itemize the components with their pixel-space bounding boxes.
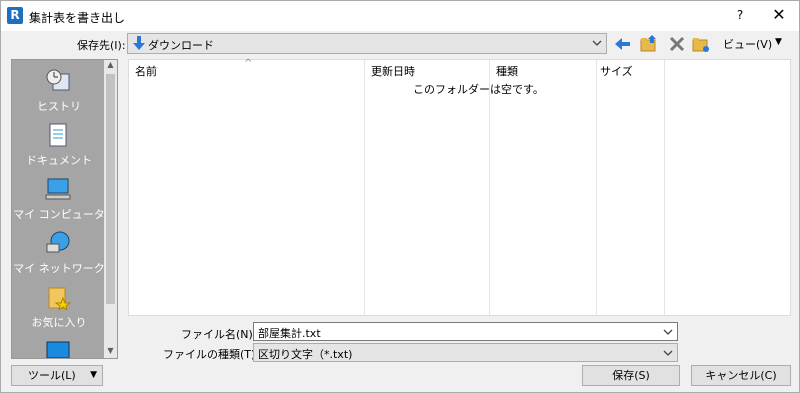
title-bar: R 集計表を書き出し ? ✕ <box>1 1 799 31</box>
view-menu-button[interactable]: ビュー(V) <box>723 36 772 52</box>
help-button[interactable]: ? <box>729 5 751 25</box>
scroll-thumb[interactable] <box>106 74 115 304</box>
place-label: マイ ネットワーク <box>13 262 105 275</box>
up-folder-icon[interactable] <box>639 34 659 54</box>
view-chevron-down-icon[interactable]: ▼ <box>775 37 782 47</box>
filetype-label: ファイルの種類(T): <box>163 348 260 361</box>
delete-icon[interactable] <box>667 34 687 54</box>
empty-folder-message: このフォルダーは空です。 <box>413 83 544 96</box>
save-in-label: 保存先(I): <box>77 39 126 52</box>
column-header-modified[interactable]: 更新日時 <box>371 63 415 79</box>
place-desktop[interactable] <box>12 334 106 358</box>
chevron-down-icon <box>663 350 673 356</box>
file-list[interactable]: 名前 ^ 更新日時 種類 サイズ このフォルダーは空です。 <box>128 58 791 316</box>
tools-button[interactable]: ツール(L) ▼ <box>11 365 103 386</box>
computer-icon <box>45 178 71 200</box>
place-label: お気に入り <box>31 316 87 329</box>
desktop-icon <box>46 341 70 358</box>
column-type[interactable]: 種類 <box>490 60 597 315</box>
place-documents[interactable]: ドキュメント <box>12 118 106 172</box>
column-size[interactable]: サイズ <box>597 60 665 315</box>
column-header-name[interactable]: 名前 <box>135 63 157 79</box>
chevron-down-icon: ▼ <box>90 370 97 380</box>
download-folder-icon <box>133 36 145 50</box>
history-icon <box>46 69 70 91</box>
window-title: 集計表を書き出し <box>29 11 126 25</box>
place-label: マイ コンピュータ <box>13 208 105 221</box>
chevron-down-icon[interactable] <box>662 326 674 338</box>
tools-label: ツール(L) <box>28 369 76 382</box>
back-arrow-icon[interactable] <box>613 34 633 54</box>
close-button[interactable]: ✕ <box>765 4 793 26</box>
cancel-button[interactable]: キャンセル(C) <box>691 365 791 386</box>
sort-ascending-icon: ^ <box>244 58 253 69</box>
column-name[interactable]: 名前 ^ <box>129 58 365 315</box>
scroll-up-icon[interactable]: ▲ <box>104 60 117 72</box>
scroll-down-icon[interactable]: ▼ <box>104 346 117 358</box>
save-in-dropdown[interactable]: ダウンロード <box>127 33 607 54</box>
filename-value[interactable]: 部屋集計.txt <box>258 325 321 341</box>
place-my-network[interactable]: マイ ネットワーク <box>12 226 106 280</box>
column-modified[interactable]: 更新日時 <box>365 60 490 315</box>
save-in-value: ダウンロード <box>148 39 214 52</box>
filename-input[interactable]: 部屋集計.txt <box>253 322 678 341</box>
filetype-value: 区切り文字（*.txt) <box>258 348 353 361</box>
filetype-dropdown[interactable]: 区切り文字（*.txt) <box>253 343 678 362</box>
place-history[interactable]: ヒストリ <box>12 64 106 118</box>
export-schedule-dialog: R 集計表を書き出し ? ✕ 保存先(I): ダウンロード ビュー(V) ▼ ヒ… <box>0 0 800 393</box>
column-header-size[interactable]: サイズ <box>600 63 633 79</box>
filename-label: ファイル名(N): <box>181 328 257 341</box>
documents-icon <box>49 123 67 147</box>
new-folder-icon[interactable] <box>691 34 711 54</box>
column-header-type[interactable]: 種類 <box>496 63 518 79</box>
place-favorites[interactable]: お気に入り <box>12 280 106 334</box>
network-icon <box>46 231 70 253</box>
place-label: ヒストリ <box>37 100 81 113</box>
place-my-computer[interactable]: マイ コンピュータ <box>12 172 106 226</box>
favorites-icon <box>48 287 71 310</box>
revit-app-icon: R <box>7 7 23 24</box>
place-label: ドキュメント <box>26 154 92 167</box>
chevron-down-icon <box>592 40 602 46</box>
places-bar: ヒストリ ドキュメント マイ コンピュータ マイ ネットワーク お気に入り ▲ … <box>11 59 118 359</box>
places-scrollbar[interactable]: ▲ ▼ <box>104 60 117 358</box>
save-button[interactable]: 保存(S) <box>582 365 680 386</box>
